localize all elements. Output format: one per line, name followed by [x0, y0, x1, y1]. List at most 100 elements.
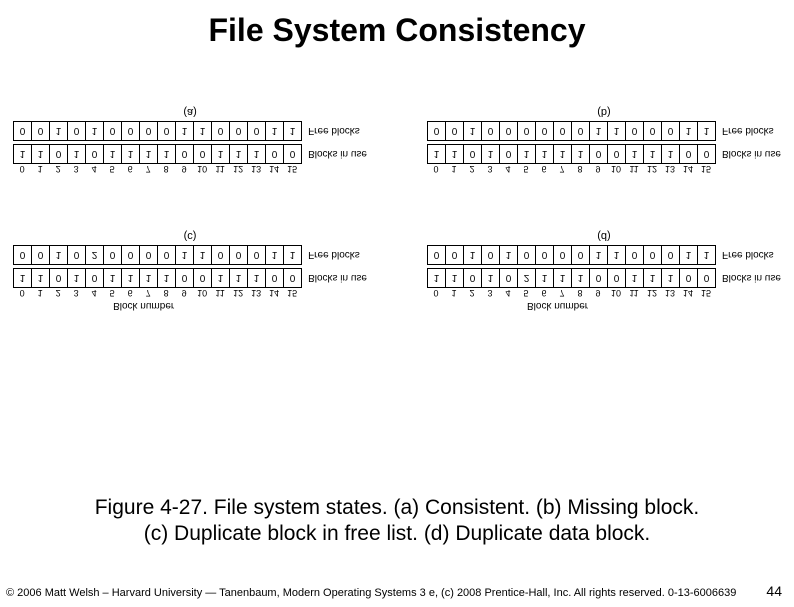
figure-caption: Figure 4-27. File system states. (a) Con… [0, 495, 794, 548]
index-num: 4 [499, 288, 517, 298]
index-num: 8 [571, 288, 589, 298]
index-row: 0123456789101112131415 [13, 164, 301, 174]
panel-label: (d) [597, 230, 610, 242]
cell: 1 [698, 246, 716, 264]
cell: 0 [248, 122, 266, 140]
cell: 0 [140, 122, 158, 140]
cell: 0 [122, 122, 140, 140]
panel-c: Block number0123456789101112131415110101… [13, 226, 367, 313]
caption-line1: Figure 4-27. File system states. (a) Con… [95, 496, 700, 519]
index-num: 15 [283, 288, 301, 298]
block-number-caption: Block number [527, 300, 588, 311]
free-blocks-row: 0010100001100011Free blocks [13, 121, 360, 141]
cell: 1 [122, 269, 140, 287]
index-num: 3 [67, 288, 85, 298]
index-num: 3 [481, 164, 499, 174]
cell: 1 [68, 145, 86, 163]
index-num: 2 [463, 288, 481, 298]
cell: 2 [86, 246, 104, 264]
index-num: 1 [445, 288, 463, 298]
cell: 1 [212, 269, 230, 287]
cell: 0 [518, 122, 536, 140]
cell: 0 [500, 145, 518, 163]
cell: 1 [428, 269, 446, 287]
cell: 0 [644, 246, 662, 264]
index-num: 8 [157, 288, 175, 298]
cell: 1 [230, 145, 248, 163]
cell: 0 [194, 145, 212, 163]
cell: 1 [248, 269, 266, 287]
cell: 1 [662, 145, 680, 163]
index-num: 7 [139, 164, 157, 174]
cell: 1 [446, 145, 464, 163]
index-num: 15 [697, 288, 715, 298]
cell: 1 [608, 246, 626, 264]
cell: 1 [104, 145, 122, 163]
cell: 1 [14, 145, 32, 163]
index-num: 6 [535, 288, 553, 298]
cell: 1 [698, 122, 716, 140]
cell-row: 1101011110011100 [13, 268, 302, 288]
cell: 0 [158, 246, 176, 264]
cell: 0 [464, 269, 482, 287]
cell: 0 [536, 122, 554, 140]
cell: 1 [572, 269, 590, 287]
cell: 0 [662, 246, 680, 264]
index-num: 4 [85, 288, 103, 298]
cell: 1 [248, 145, 266, 163]
cell: 0 [266, 145, 284, 163]
cell: 1 [680, 246, 698, 264]
index-num: 14 [679, 288, 697, 298]
cell: 0 [122, 246, 140, 264]
cell: 0 [32, 246, 50, 264]
cell: 1 [590, 246, 608, 264]
index-num: 8 [157, 164, 175, 174]
cell: 0 [428, 122, 446, 140]
row-label-free: Free blocks [722, 250, 774, 261]
cell: 0 [554, 246, 572, 264]
row-label-use: Blocks in use [308, 149, 367, 160]
cell: 0 [194, 269, 212, 287]
index-num: 10 [607, 288, 625, 298]
index-num: 2 [49, 164, 67, 174]
free-blocks-row: 0010100001100011 Free blocks [427, 245, 774, 265]
cell: 0 [500, 269, 518, 287]
index-num: 4 [499, 164, 517, 174]
cell: 0 [680, 145, 698, 163]
index-num: 2 [49, 288, 67, 298]
cell: 0 [68, 246, 86, 264]
panel-b: 01234567891011121314151101011110011100Bl… [427, 102, 781, 176]
index-num: 9 [589, 164, 607, 174]
cell: 0 [176, 145, 194, 163]
cell: 1 [428, 145, 446, 163]
row-label-free: Free blocks [722, 126, 774, 137]
cell: 1 [32, 269, 50, 287]
cell: 0 [680, 269, 698, 287]
cell: 1 [140, 145, 158, 163]
index-num: 9 [175, 164, 193, 174]
cell: 1 [500, 246, 518, 264]
cell-row: 0010100001100011 [427, 245, 716, 265]
index-num: 9 [589, 288, 607, 298]
index-num: 0 [427, 164, 445, 174]
cell: 0 [140, 246, 158, 264]
index-num: 10 [607, 164, 625, 174]
index-num: 13 [247, 164, 265, 174]
index-num: 10 [193, 164, 211, 174]
cell: 1 [680, 122, 698, 140]
cell: 0 [626, 122, 644, 140]
caption-line2: (c) Duplicate block in free list. (d) Du… [144, 522, 651, 545]
cell: 0 [158, 122, 176, 140]
cell: 1 [554, 145, 572, 163]
cell: 0 [32, 122, 50, 140]
cell: 0 [590, 269, 608, 287]
panel-column: Block number0123456789101112131415110101… [13, 102, 367, 313]
cell: 0 [482, 122, 500, 140]
cell: 0 [662, 122, 680, 140]
cell: 0 [608, 269, 626, 287]
cell: 1 [284, 122, 302, 140]
row-label-free: Free blocks [308, 250, 360, 261]
cell: 1 [158, 145, 176, 163]
free-blocks-row: 0010000001100011Free blocks [427, 121, 774, 141]
cell: 1 [32, 145, 50, 163]
